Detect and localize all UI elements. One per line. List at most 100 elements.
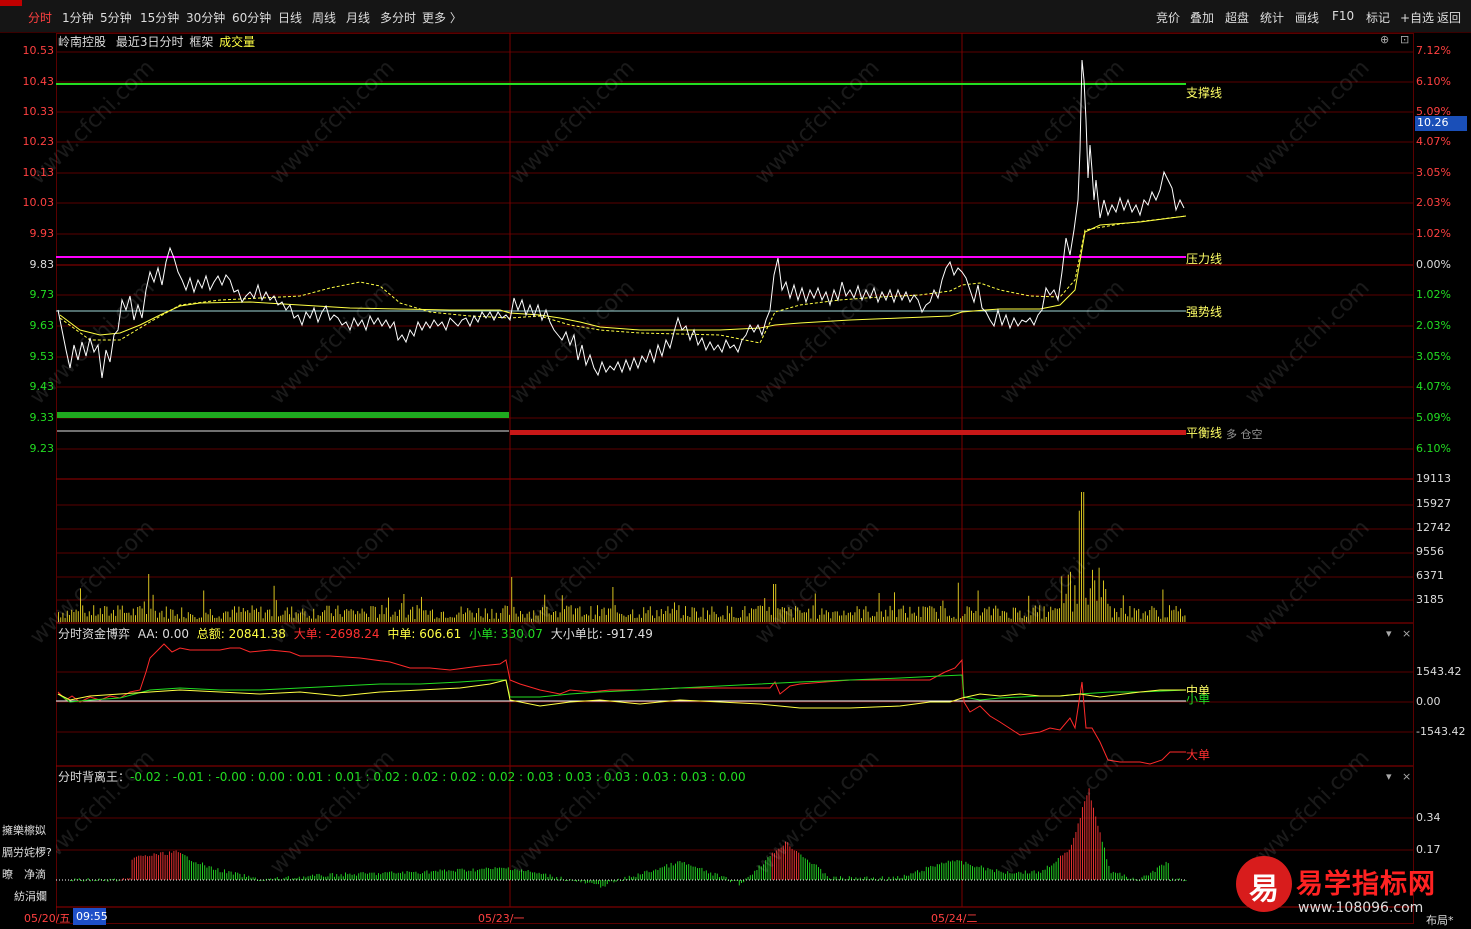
- divergence-bar: [633, 876, 635, 880]
- side-label-4[interactable]: 净滴: [24, 866, 46, 882]
- fund-tick-neg: -1543.42: [1416, 725, 1466, 738]
- volume-bar: [383, 614, 385, 622]
- volume-bar: [689, 617, 691, 622]
- divergence-bar: [1161, 864, 1163, 880]
- volume-bar: [667, 606, 669, 622]
- divergence-bar: [177, 852, 179, 880]
- layout-button[interactable]: 布局*: [1426, 912, 1454, 928]
- settings-icon[interactable]: ⊡: [1400, 33, 1409, 46]
- volume-bar: [1122, 595, 1124, 622]
- volume-bar: [141, 608, 143, 622]
- volume-bar: [1125, 613, 1126, 622]
- divergence-bar: [210, 866, 212, 880]
- volume-bar: [742, 610, 744, 622]
- volume-bar: [284, 610, 286, 622]
- side-label-2[interactable]: 膈労姹椤?: [2, 844, 52, 860]
- divergence-bar: [1064, 852, 1066, 880]
- volume-bar: [1129, 606, 1131, 622]
- volume-bar: [218, 616, 220, 622]
- divergence-bar: [1053, 863, 1055, 880]
- volume-bar: [962, 616, 964, 622]
- divergence-bar: [435, 870, 437, 880]
- chart-canvas: [56, 33, 1414, 925]
- volume-bar: [75, 609, 77, 622]
- divergence-bar: [485, 867, 487, 880]
- fund-title: 分时资金博弈: [58, 627, 131, 641]
- divergence-bar: [294, 878, 296, 880]
- divergence-bar: [675, 863, 676, 880]
- divergence-bar: [268, 878, 269, 880]
- divergence-bar: [961, 860, 962, 880]
- volume-bar: [511, 577, 513, 622]
- volume-bar: [64, 617, 66, 622]
- volume-bar: [223, 612, 224, 622]
- divergence-menu-icon[interactable]: ▾: [1386, 770, 1392, 783]
- divergence-bar: [910, 873, 912, 880]
- zoom-in-icon[interactable]: ⊕: [1380, 33, 1389, 46]
- volume-bar: [1164, 617, 1166, 622]
- price-tick: 10.23: [22, 135, 55, 148]
- volume-bar: [300, 612, 301, 622]
- volume-bar: [302, 608, 304, 622]
- divergence-bar: [1093, 807, 1094, 880]
- volume-bar: [135, 615, 136, 622]
- divergence-bar: [952, 860, 954, 880]
- volume-bar: [168, 618, 169, 622]
- divergence-bar: [285, 877, 287, 880]
- divergence-bar: [1005, 873, 1006, 880]
- volume-bar: [337, 605, 339, 622]
- divergence-bar: [505, 868, 507, 880]
- volume-bar: [449, 616, 451, 622]
- frame-label[interactable]: 框架: [189, 35, 213, 49]
- divergence-bar: [169, 851, 170, 880]
- volume-bar: [665, 610, 667, 622]
- volume-bar: [69, 615, 70, 622]
- fund-menu-icon[interactable]: ▾: [1386, 627, 1392, 640]
- side-label-3[interactable]: 暸: [2, 866, 13, 882]
- volume-bar: [1004, 611, 1005, 622]
- volume-bar: [759, 605, 761, 622]
- volume-bar: [500, 613, 502, 622]
- volume-bar: [458, 612, 460, 622]
- volume-bar: [1182, 616, 1184, 622]
- divergence-bar: [248, 875, 250, 880]
- divergence-bar: [789, 846, 791, 880]
- percent-tick: 3.05%: [1416, 350, 1451, 363]
- volume-bar: [253, 609, 255, 622]
- volume-bar: [513, 606, 515, 622]
- fund-small-line: [57, 679, 1186, 709]
- volume-bar: [674, 602, 675, 622]
- volume-bar: [183, 617, 185, 622]
- side-label-1[interactable]: 擁樂檫姒: [2, 822, 46, 838]
- volume-bar: [146, 614, 147, 622]
- divergence-bar: [191, 861, 192, 880]
- volume-bar: [702, 607, 704, 622]
- volume-bar: [412, 606, 414, 622]
- divergence-close-icon[interactable]: ×: [1402, 770, 1411, 783]
- divergence-bar: [188, 860, 190, 880]
- volume-bar: [812, 605, 814, 622]
- divergence-bar: [360, 872, 362, 880]
- period-label[interactable]: 最近3日分时: [116, 35, 184, 49]
- divergence-bar: [239, 873, 241, 880]
- divergence-bar: [1044, 869, 1046, 880]
- divergence-bar: [642, 874, 643, 880]
- volume-bar: [1184, 615, 1186, 622]
- divergence-bar: [747, 876, 749, 880]
- side-label-5[interactable]: 紡涓孄: [14, 888, 47, 904]
- volume-bar: [990, 615, 992, 622]
- volume-bar: [1162, 589, 1164, 622]
- volume-bar: [707, 610, 708, 622]
- volume-bar: [1043, 606, 1045, 622]
- strong-line-label: 强势线: [1186, 305, 1223, 319]
- divergence-bar: [408, 871, 410, 880]
- divergence-bar: [1035, 873, 1037, 880]
- fund-close-icon[interactable]: ×: [1402, 627, 1411, 640]
- volume-bar: [374, 606, 376, 622]
- volume-bar: [850, 612, 851, 622]
- balance-band-red: [510, 430, 1186, 435]
- date-label-3: 05/24/二: [931, 912, 978, 925]
- divergence-bar: [1038, 871, 1039, 880]
- volume-bar: [348, 610, 350, 622]
- volume-bar: [753, 609, 755, 622]
